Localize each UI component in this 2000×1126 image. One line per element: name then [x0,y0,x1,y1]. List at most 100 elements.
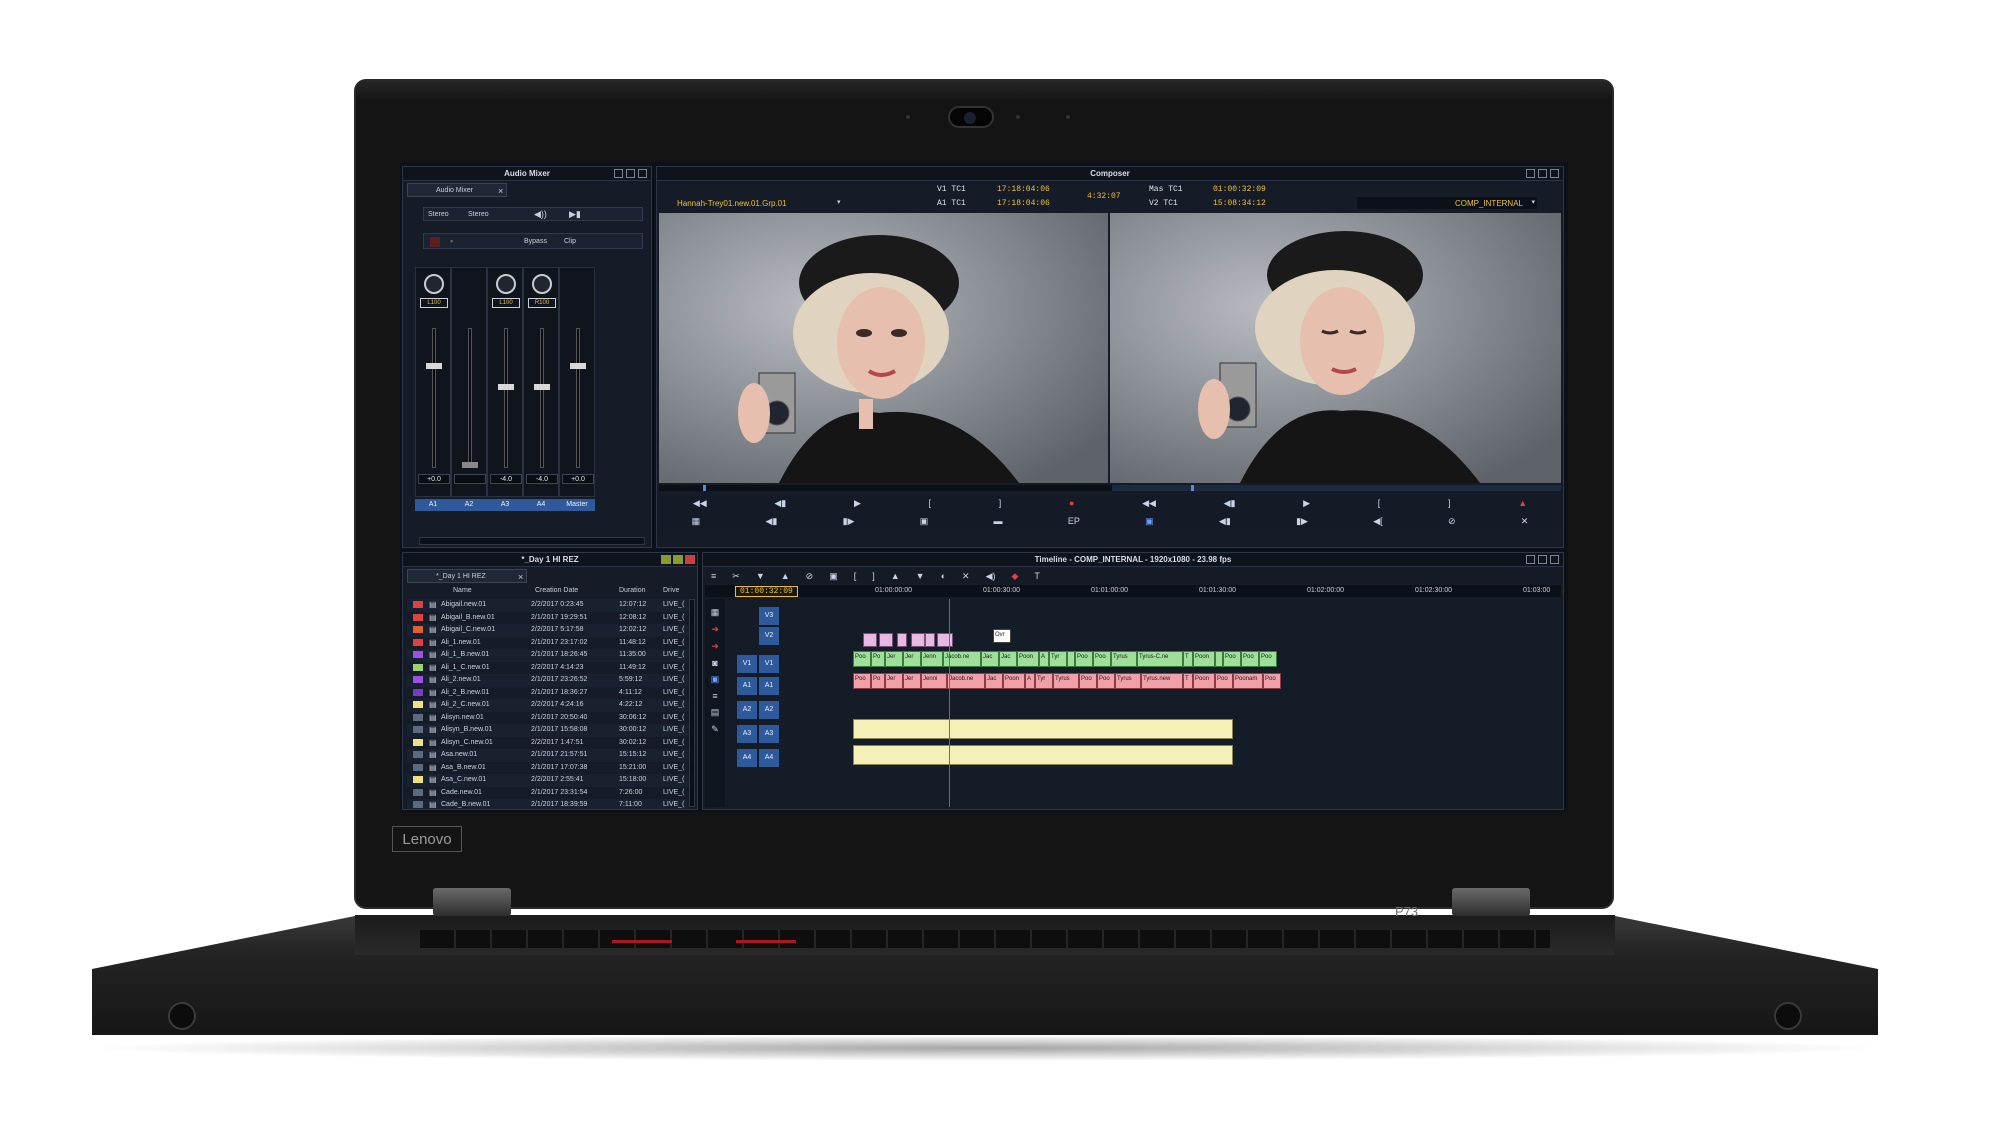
minimize-button[interactable] [1526,169,1535,178]
mark-in-icon[interactable]: [ [1378,498,1381,508]
film-icon[interactable]: ▤ [711,707,720,718]
red-arrow-icon[interactable]: ➜ [711,624,719,635]
minimize-button[interactable] [614,169,623,178]
bin-row[interactable]: ▤ Ali_1.new.01 2/1/2017 23:17:02 11:48:12 LI… [407,637,691,650]
lift-icon[interactable]: ▲ [1518,498,1527,508]
v1-tc-value[interactable]: 17:18:04:06 [997,185,1050,194]
mas-tc-value[interactable]: 01:00:32:09 [1213,185,1266,194]
timeline-clip[interactable]: Tyrus [1053,673,1079,689]
no-icon[interactable]: ⊘ [806,571,814,582]
timeline-clip[interactable]: Jer [885,673,903,689]
trim-icon[interactable]: ✕ [1521,516,1529,527]
timeline-clip[interactable]: A [1025,673,1035,689]
fader-value[interactable]: +0.0 [418,474,450,484]
timeline-clip[interactable]: Tyrus [1115,673,1141,689]
timeline-clip[interactable]: Poo [1093,651,1111,667]
play-pause-icon[interactable]: ▮▶ [1296,516,1308,527]
v2-overlay-clip[interactable]: Ovr [993,629,1011,643]
bypass-button[interactable]: Bypass [524,238,547,245]
v2-tc-value[interactable]: 15:08:34:12 [1213,199,1266,208]
bin-row[interactable]: ▤ Abigail_C.new.01 2/2/2017 5:17:58 12:02:1… [407,624,691,637]
no-icon[interactable]: ⊘ [1448,516,1456,527]
v2-clip[interactable] [879,633,893,647]
maximize-button[interactable] [673,555,683,564]
record-icon[interactable] [430,237,440,247]
fader-track[interactable] [432,328,436,468]
timeline-clip[interactable]: Jac [999,651,1017,667]
bin-row[interactable]: ▤ Ali_2_B.new.01 2/1/2017 18:36:27 4:11:12 L… [407,687,691,700]
channel-name-a2[interactable]: A2 [451,499,487,511]
mark-out-icon[interactable]: ] [1448,498,1451,508]
v2-clip[interactable] [897,633,907,647]
timeline-clip[interactable]: Jer [903,651,921,667]
source-track-a4[interactable]: A4 [737,749,757,767]
timeline-clip[interactable] [1067,651,1075,667]
v2-clip[interactable] [863,633,877,647]
track-header-a1[interactable]: A1 [759,677,779,695]
timeline-clip[interactable]: Poo [1079,673,1097,689]
timeline-clip[interactable]: Poo [1263,673,1281,689]
timeline-clip[interactable]: Tyrus-C.ne [1137,651,1183,667]
timeline-clip[interactable]: T [1183,651,1193,667]
step-back-icon[interactable]: ◀▮ [765,516,777,527]
channel-name-a3[interactable]: A3 [487,499,523,511]
pan-value[interactable]: R100 [528,298,556,308]
fader-track[interactable] [540,328,544,468]
source-track-a2[interactable]: A2 [737,701,757,719]
trash-icon[interactable]: ▪ [450,236,453,246]
track-header-v2[interactable]: V2 [759,627,779,645]
fader-track[interactable] [504,328,508,468]
grid-icon[interactable]: ▦ [711,607,720,618]
bin-row[interactable]: ▤ Ali_2.new.01 2/1/2017 23:26:52 5:59:12 LIV… [407,674,691,687]
record-icon[interactable]: ● [1069,498,1074,508]
fader-handle[interactable] [426,363,442,369]
pan-value[interactable]: L100 [420,298,448,308]
step-back-icon[interactable]: ◀▮ [1224,498,1236,509]
timeline-tracks-area[interactable]: Poo Po Jer Jer Jenn Jacob.ne Jac Jac Poon A Tyr Poo… [801,599,1561,807]
play-pause-icon[interactable]: ▮▶ [843,516,855,527]
close-icon[interactable]: × [498,186,503,196]
fader-track[interactable] [468,328,472,468]
bin-row[interactable]: ▤ Abigail_B.new.01 2/1/2017 19:29:51 12:08:… [407,612,691,625]
timeline-clip[interactable]: Poon [1193,651,1215,667]
timeline-clip[interactable]: Poon [1017,651,1039,667]
timeline-clip[interactable]: Tyr [1049,651,1067,667]
timeline-clip[interactable]: Tyr [1035,673,1053,689]
bin-scrollbar[interactable] [689,599,695,807]
timeline-clip[interactable]: Jenn [921,651,943,667]
pan-knob-icon[interactable] [424,274,444,294]
minus-icon[interactable]: ▬ [994,516,1003,526]
bin-row[interactable]: ▤ Cade_B.new.01 2/1/2017 18:39:59 7:11:00 LI… [407,799,691,809]
timeline-clip[interactable]: Jac [985,673,1003,689]
settings-icon[interactable]: ≡ [711,571,716,581]
mark-icon[interactable]: ▣ [829,571,838,582]
timeline-clip[interactable]: T [1183,673,1193,689]
effect-icon[interactable]: ◆ [1012,571,1019,582]
down-arrow-icon[interactable]: ▼ [756,571,765,581]
v2-clip[interactable] [925,633,935,647]
timeline-clip[interactable]: Poo [1241,651,1259,667]
audio-clip[interactable] [853,719,1233,739]
scissors-icon[interactable]: ✂ [732,571,740,582]
bin-row[interactable]: ▤ Abigail.new.01 2/2/2017 0:23:45 12:07:12 L… [407,599,691,612]
a1-tc-value[interactable]: 17:18:04:06 [997,199,1050,208]
fader-handle[interactable] [462,462,478,468]
tab-bin[interactable]: *_Day 1 HI REZ × [407,569,527,583]
trim-icon[interactable]: ✕ [962,571,970,582]
sync-icon[interactable]: ▣ [1145,516,1154,527]
fader-handle[interactable] [498,384,514,390]
overwrite-icon[interactable]: ▼ [916,571,925,581]
track-header-v1[interactable]: V1 [759,655,779,673]
mode-right[interactable]: Stereo [468,211,489,218]
timeline-clip[interactable]: Po [871,673,885,689]
channel-name-a4[interactable]: A4 [523,499,559,511]
list-icon[interactable]: ≡ [712,691,717,701]
play-icon[interactable]: ▶ [854,498,861,509]
timeline-clip[interactable]: Poonam [1233,673,1263,689]
record-monitor[interactable] [1110,213,1561,483]
chevron-down-icon[interactable]: ▾ [837,198,841,206]
position-timecode[interactable]: 01:00:32:09 [740,587,793,596]
close-button[interactable] [685,555,695,564]
play-icon[interactable]: ▶ [1303,498,1310,509]
mode-left[interactable]: Stereo [428,211,449,218]
